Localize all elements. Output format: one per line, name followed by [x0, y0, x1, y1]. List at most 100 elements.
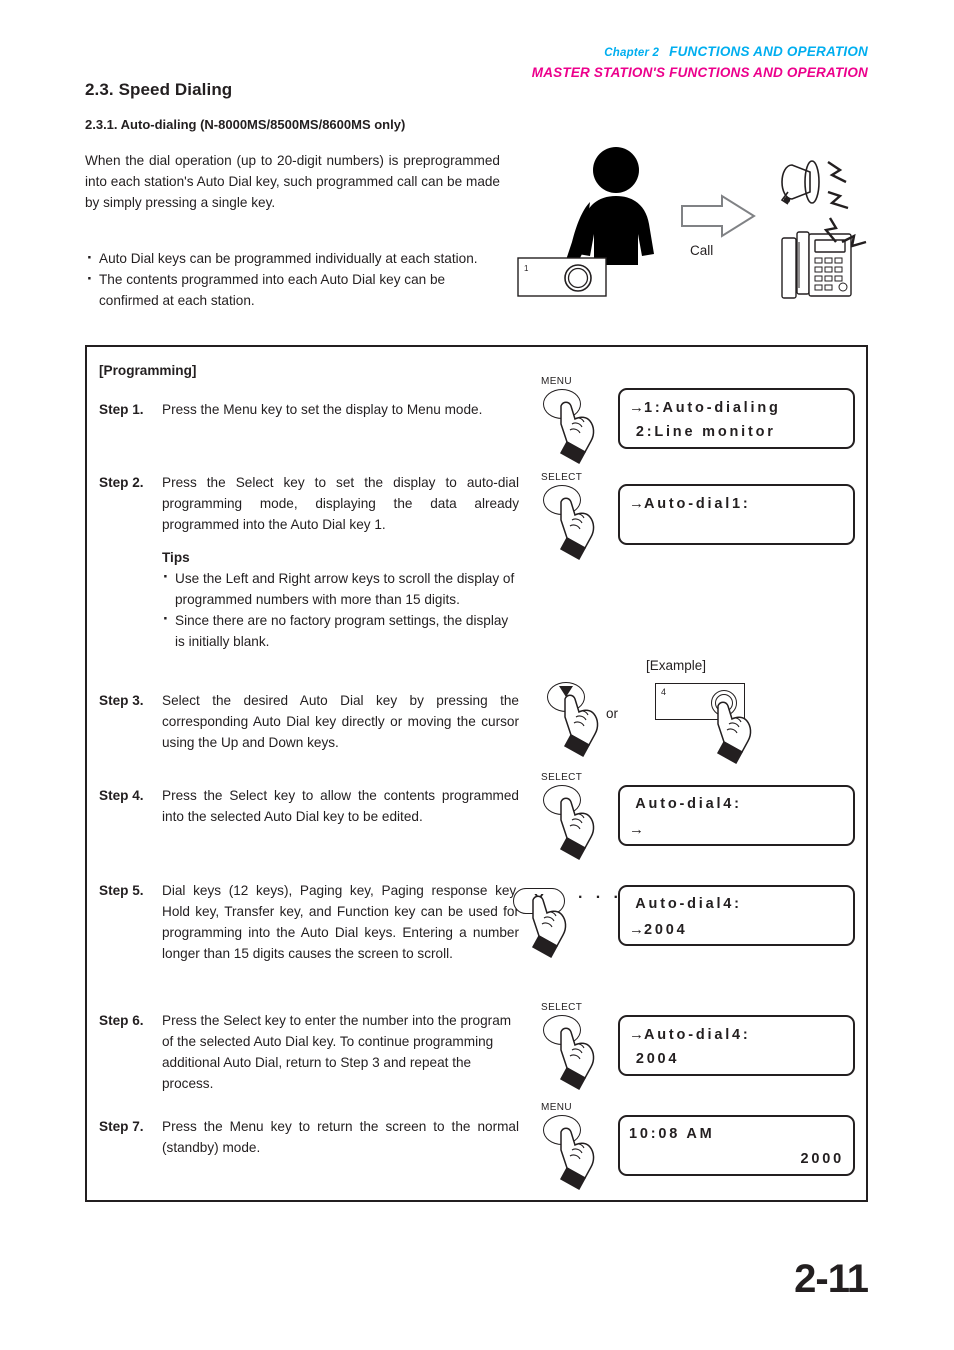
lcd-text: 2004 — [644, 922, 688, 938]
down-arrow-key-press-icon[interactable] — [545, 680, 615, 772]
call-label: Call — [690, 243, 714, 258]
intro-bullet-list: Auto Dial keys can be programmed individ… — [85, 247, 500, 311]
hand-pointing-icon — [559, 401, 595, 465]
lcd-display-2: →Auto-dial1: — [618, 484, 855, 545]
lcd-display-4: Auto-dial4: →2004 — [618, 885, 855, 946]
lcd-line: →Auto-dial4: — [629, 1022, 844, 1047]
lcd-text: 10:08 AM — [629, 1126, 715, 1142]
desk-telephone-icon — [781, 231, 852, 299]
right-arrow-icon — [681, 194, 756, 238]
lcd-line: Auto-dial4: — [629, 792, 844, 817]
select-key-press-icon-3[interactable]: SELECT — [541, 1002, 611, 1094]
chapter-number: Chapter 2 — [604, 47, 660, 59]
lcd-text: 2000 — [800, 1151, 844, 1167]
hand-pointing-icon — [559, 497, 595, 561]
lcd-line: → — [629, 817, 844, 842]
sound-wave-icon — [827, 161, 847, 184]
step-1: Step 1. Press the Menu key to set the di… — [99, 399, 519, 420]
hand-pointing-icon — [531, 895, 567, 959]
lcd-line — [629, 516, 844, 541]
lcd-display-3: Auto-dial4: → — [618, 785, 855, 846]
lcd-text: 2004 — [629, 1051, 680, 1067]
station-key-number: 1 — [524, 264, 529, 273]
step-text: Press the Select key to enter the number… — [162, 1013, 512, 1091]
step-label: Step 5. — [99, 883, 144, 898]
step-label: Step 6. — [99, 1013, 144, 1028]
step-text: Select the desired Auto Dial key by pres… — [162, 693, 519, 750]
step-label: Step 7. — [99, 1119, 144, 1134]
step-label: Step 4. — [99, 788, 144, 803]
step-6: Step 6. Press the Select key to enter th… — [99, 1010, 519, 1094]
person-icon — [566, 147, 654, 272]
horn-speaker-icon — [780, 160, 820, 205]
step-5: Step 5. Dial keys (12 keys), Paging key,… — [99, 880, 519, 964]
chapter-title: FUNCTIONS AND OPERATION — [669, 44, 868, 59]
or-label: or — [606, 706, 619, 721]
hand-pointing-icon — [559, 1027, 595, 1091]
lcd-text: Auto-dial4: — [629, 796, 742, 812]
dial-key-press-icon[interactable]: X — [513, 882, 583, 974]
lcd-line: 2004 — [629, 1047, 844, 1072]
key-number-label: 4 — [661, 687, 667, 697]
list-item: Since there are no factory program setti… — [162, 608, 519, 652]
ellipsis-dots: · · · — [578, 889, 623, 906]
lcd-arrow-icon: → — [629, 399, 644, 416]
menu-key-press-icon-2[interactable]: MENU — [541, 1102, 611, 1194]
lcd-text: Auto-dial1: — [644, 496, 751, 512]
lcd-display-1: →1:Auto-dialing 2:Line monitor — [618, 388, 855, 449]
step-text: Dial keys (12 keys), Paging key, Paging … — [162, 883, 519, 961]
lcd-text: Auto-dial4: — [629, 896, 742, 912]
example-label: [Example] — [646, 658, 707, 673]
hand-pointing-icon — [559, 686, 599, 758]
lcd-arrow-icon: → — [629, 1026, 644, 1043]
chapter-header-line: Chapter 2 FUNCTIONS AND OPERATION — [0, 42, 868, 62]
lcd-text: Auto-dial4: — [644, 1027, 751, 1043]
list-item: Use the Left and Right arrow keys to scr… — [162, 566, 519, 610]
step-2: Step 2. Press the Select key to set the … — [99, 472, 519, 652]
list-item: The contents programmed into each Auto D… — [85, 268, 500, 311]
lcd-arrow-icon: → — [629, 921, 644, 938]
tips-block: Tips Use the Left and Right arrow keys t… — [162, 547, 519, 652]
lcd-line: →2004 — [629, 917, 844, 942]
subsection-title: 2.3.1. Auto-dialing (N-8000MS/8500MS/860… — [85, 117, 406, 132]
illustration-svg: 1 — [517, 147, 867, 299]
lcd-line: 2:Line monitor — [629, 420, 844, 445]
lcd-line: 10:08 AM — [629, 1122, 844, 1147]
lcd-arrow-icon: → — [629, 495, 644, 512]
tips-heading: Tips — [162, 550, 190, 565]
step-label: Step 2. — [99, 475, 144, 490]
lcd-line: Auto-dial4: — [629, 892, 844, 917]
section-title: 2.3. Speed Dialing — [85, 80, 233, 99]
hand-pointing-icon — [559, 797, 595, 861]
step-label: Step 3. — [99, 693, 144, 708]
select-key-press-icon-1[interactable]: SELECT — [541, 472, 611, 564]
lcd-arrow-icon: → — [629, 821, 644, 838]
step-3: Step 3. Select the desired Auto Dial key… — [99, 690, 519, 753]
step-text: Press the Menu key to set the display to… — [162, 402, 483, 417]
lcd-line: 2000 — [629, 1147, 844, 1172]
page-header: Chapter 2 FUNCTIONS AND OPERATION MASTER … — [0, 42, 868, 84]
step-7: Step 7. Press the Menu key to return the… — [99, 1116, 519, 1158]
lcd-text: 2:Line monitor — [629, 424, 776, 440]
lcd-display-6: 10:08 AM 2000 — [618, 1115, 855, 1176]
lcd-display-5: →Auto-dial4: 2004 — [618, 1015, 855, 1076]
step-4: Step 4. Press the Select key to allow th… — [99, 785, 519, 827]
step-text: Press the Menu key to return the screen … — [162, 1119, 519, 1155]
lcd-text: 1:Auto-dialing — [644, 400, 781, 416]
auto-dial-key-press-icon[interactable] — [698, 690, 768, 782]
menu-key-press-icon[interactable]: MENU — [541, 376, 611, 468]
intro-paragraph: When the dial operation (up to 20-digit … — [85, 153, 500, 210]
lcd-line: →1:Auto-dialing — [629, 395, 844, 420]
sound-wave-icon — [827, 190, 849, 210]
page-number: 2-11 — [794, 1257, 869, 1301]
top-illustration: 1 — [510, 130, 890, 310]
list-item: Auto Dial keys can be programmed individ… — [85, 247, 500, 269]
select-key-press-icon-2[interactable]: SELECT — [541, 772, 611, 864]
hand-pointing-icon — [716, 701, 752, 765]
programming-heading: [Programming] — [99, 363, 197, 378]
step-text: Press the Select key to set the display … — [162, 475, 519, 532]
step-label: Step 1. — [99, 402, 144, 417]
step-text: Press the Select key to allow the conten… — [162, 788, 519, 824]
hand-pointing-icon — [559, 1127, 595, 1191]
lcd-line: →Auto-dial1: — [629, 491, 844, 516]
